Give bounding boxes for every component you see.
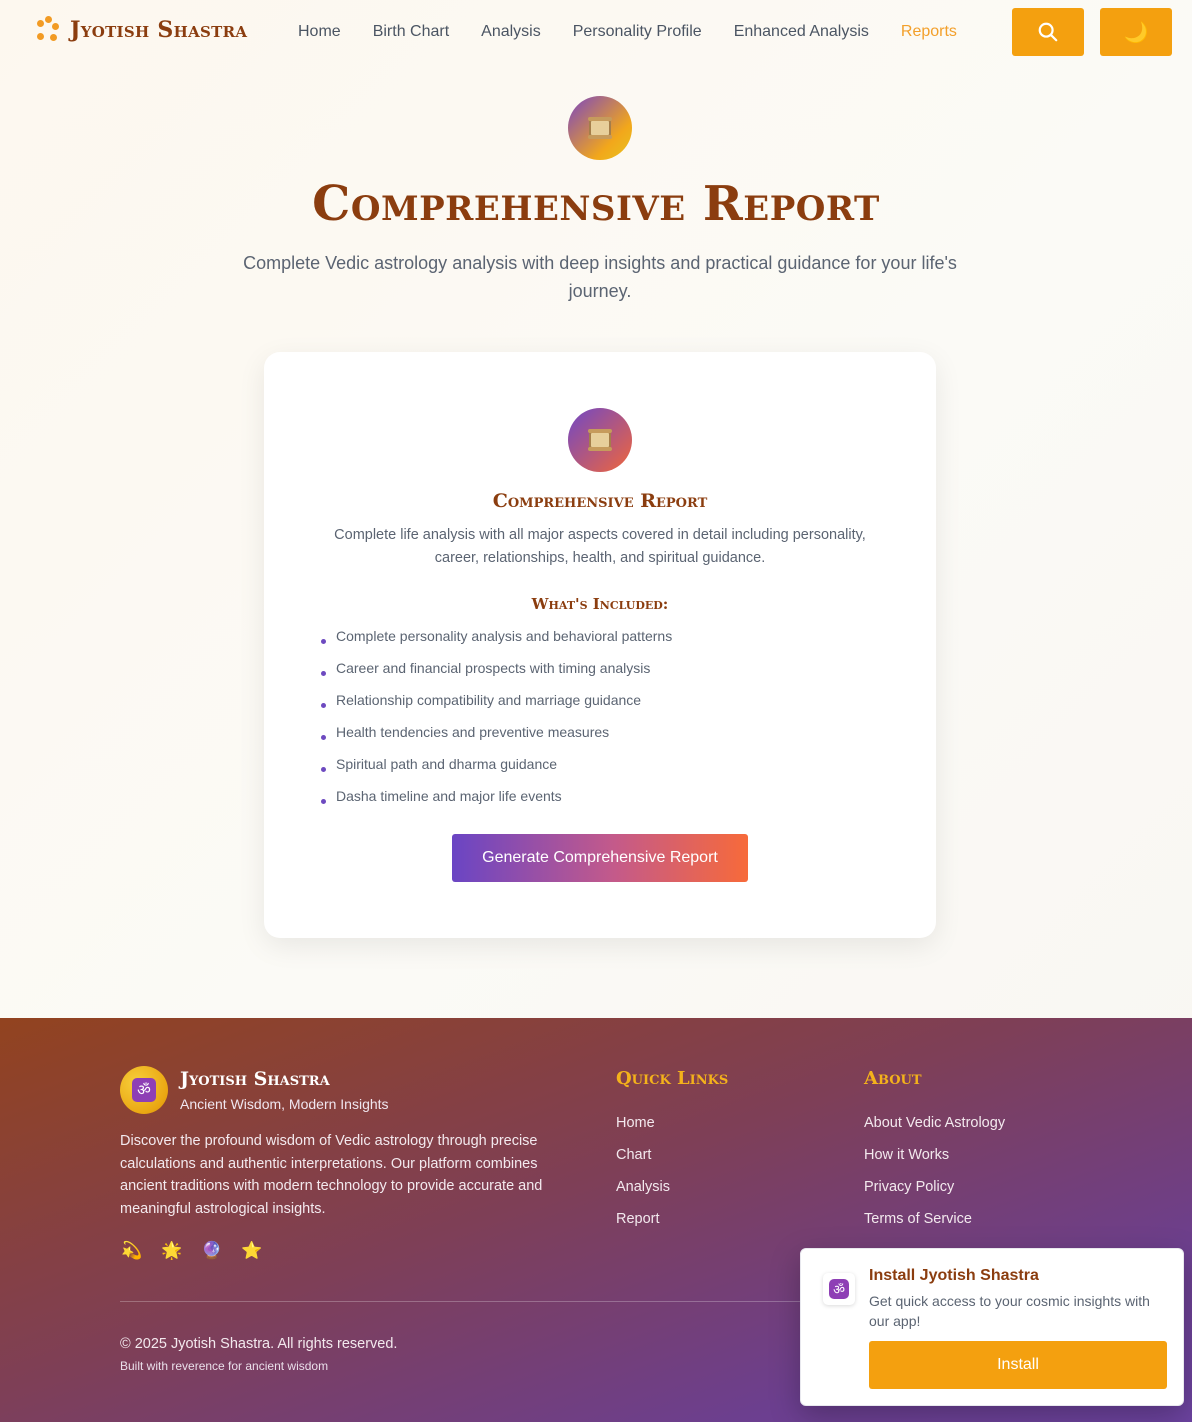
footer-built-note: Built with reverence for ancient wisdom: [120, 1359, 329, 1373]
footer-link-about-vedic-astrology[interactable]: About Vedic Astrology: [864, 1114, 1005, 1146]
install-title: Install Jyotish Shastra: [869, 1267, 1039, 1284]
footer-copyright: © 2025 Jyotish Shastra. All rights reser…: [120, 1336, 398, 1352]
footer-description: Discover the profound wisdom of Vedic as…: [120, 1133, 543, 1217]
search-icon: [1038, 22, 1058, 42]
nav-analysis[interactable]: Analysis: [481, 23, 541, 41]
crystal-ball-icon: 🔮: [201, 1241, 223, 1260]
brand-name: Jyotish Shastra: [70, 17, 248, 43]
included-heading: What's Included:: [531, 595, 669, 613]
dizzy-star-icon: 💫: [121, 1241, 143, 1260]
brand-link[interactable]: Jyotish Shastra: [36, 16, 247, 44]
footer-link-report[interactable]: Report: [616, 1210, 670, 1242]
install-app-popup: ॐ Install Jyotish Shastra Get quick acce…: [800, 1248, 1184, 1406]
card-scroll-icon: [568, 408, 632, 472]
main-nav: Home Birth Chart Analysis Personality Pr…: [298, 0, 989, 64]
page-title: Comprehensive Report: [312, 176, 880, 232]
features-list: Complete personality analysis and behavi…: [320, 624, 880, 816]
star-icon: ⭐: [241, 1241, 263, 1260]
install-button[interactable]: Install: [869, 1341, 1167, 1389]
feature-item: Relationship compatibility and marriage …: [320, 688, 880, 720]
theme-toggle-button[interactable]: 🌙: [1100, 8, 1172, 56]
om-icon: ॐ: [829, 1279, 849, 1299]
scroll-icon: [588, 429, 612, 451]
moon-icon: 🌙: [1123, 21, 1149, 44]
card-description: Complete life analysis with all major as…: [334, 527, 866, 566]
feature-item: Health tendencies and preventive measure…: [320, 720, 880, 752]
footer-emoji-row: 💫 🌟 🔮 ⭐: [120, 1239, 264, 1263]
footer-tagline: Ancient Wisdom, Modern Insights: [180, 1096, 389, 1112]
nav-enhanced-analysis[interactable]: Enhanced Analysis: [734, 23, 869, 41]
quick-links-title: Quick Links: [616, 1068, 729, 1089]
footer-link-how-it-works[interactable]: How it Works: [864, 1146, 1005, 1178]
page-subtitle: Complete Vedic astrology analysis with d…: [243, 253, 957, 301]
report-card: Comprehensive Report Complete life analy…: [264, 352, 936, 938]
footer-link-analysis[interactable]: Analysis: [616, 1178, 670, 1210]
install-text: Get quick access to your cosmic insights…: [869, 1293, 1150, 1329]
scroll-icon: [588, 117, 612, 139]
footer-link-chart[interactable]: Chart: [616, 1146, 670, 1178]
feature-item: Dasha timeline and major life events: [320, 784, 880, 816]
hero-scroll-icon: [568, 96, 632, 160]
nav-birth-chart[interactable]: Birth Chart: [373, 23, 449, 41]
top-navbar: Jyotish Shastra Home Birth Chart Analysi…: [0, 0, 1192, 64]
footer-brand: Jyotish Shastra: [180, 1068, 330, 1090]
nav-personality-profile[interactable]: Personality Profile: [573, 23, 702, 41]
nav-home[interactable]: Home: [298, 23, 341, 41]
search-button[interactable]: [1012, 8, 1084, 56]
footer-link-home[interactable]: Home: [616, 1114, 670, 1146]
footer-om-logo: ॐ: [120, 1066, 168, 1114]
quick-links-list: Home Chart Analysis Report: [616, 1114, 670, 1242]
about-title: About: [864, 1068, 922, 1089]
generate-report-button[interactable]: Generate Comprehensive Report: [452, 834, 748, 882]
card-title: Comprehensive Report: [492, 490, 708, 512]
footer-link-terms-of-service[interactable]: Terms of Service: [864, 1210, 1005, 1242]
app-icon: ॐ: [823, 1273, 855, 1305]
footer-link-privacy-policy[interactable]: Privacy Policy: [864, 1178, 1005, 1210]
om-icon: ॐ: [132, 1078, 156, 1102]
sun-logo-icon: [36, 16, 60, 44]
about-links-list: About Vedic Astrology How it Works Priva…: [864, 1114, 1005, 1242]
feature-item: Spiritual path and dharma guidance: [320, 752, 880, 784]
feature-item: Complete personality analysis and behavi…: [320, 624, 880, 656]
nav-reports[interactable]: Reports: [901, 23, 957, 41]
feature-item: Career and financial prospects with timi…: [320, 656, 880, 688]
glowing-star-icon: 🌟: [161, 1241, 183, 1260]
